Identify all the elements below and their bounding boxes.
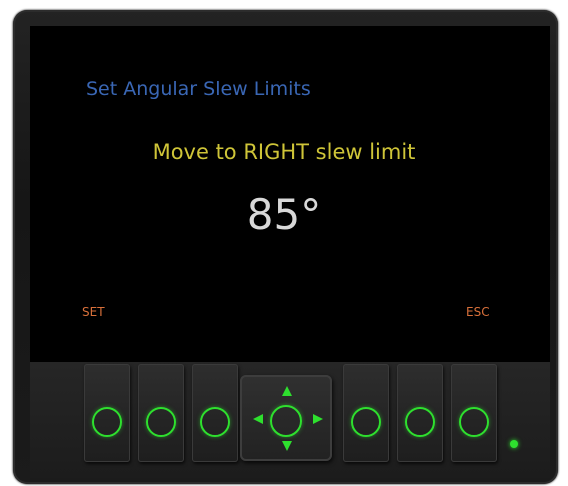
- directional-pad: [240, 375, 332, 461]
- status-led-icon: [510, 440, 518, 448]
- center-select-button[interactable]: [270, 405, 302, 437]
- softkey-button-3[interactable]: [192, 364, 238, 462]
- angle-readout: 85°: [246, 190, 322, 239]
- ring-icon: [92, 407, 122, 437]
- instruction-text: Move to RIGHT slew limit: [152, 140, 416, 164]
- softkey-label-set: SET: [82, 305, 105, 319]
- softkey-button-5[interactable]: [397, 364, 443, 462]
- arrow-right-icon[interactable]: [313, 414, 323, 424]
- ring-icon: [405, 407, 435, 437]
- ring-icon: [146, 407, 176, 437]
- ring-icon: [459, 407, 489, 437]
- softkey-button-4[interactable]: [343, 364, 389, 462]
- ring-icon: [200, 407, 230, 437]
- set-softkey-button[interactable]: [84, 364, 130, 462]
- arrow-left-icon[interactable]: [253, 414, 263, 424]
- arrow-up-icon[interactable]: [282, 386, 292, 396]
- arrow-down-icon[interactable]: [282, 441, 292, 451]
- esc-softkey-button[interactable]: [451, 364, 497, 462]
- screen-title: Set Angular Slew Limits: [86, 78, 311, 100]
- softkey-button-2[interactable]: [138, 364, 184, 462]
- softkey-label-esc: ESC: [466, 305, 490, 319]
- ring-icon: [351, 407, 381, 437]
